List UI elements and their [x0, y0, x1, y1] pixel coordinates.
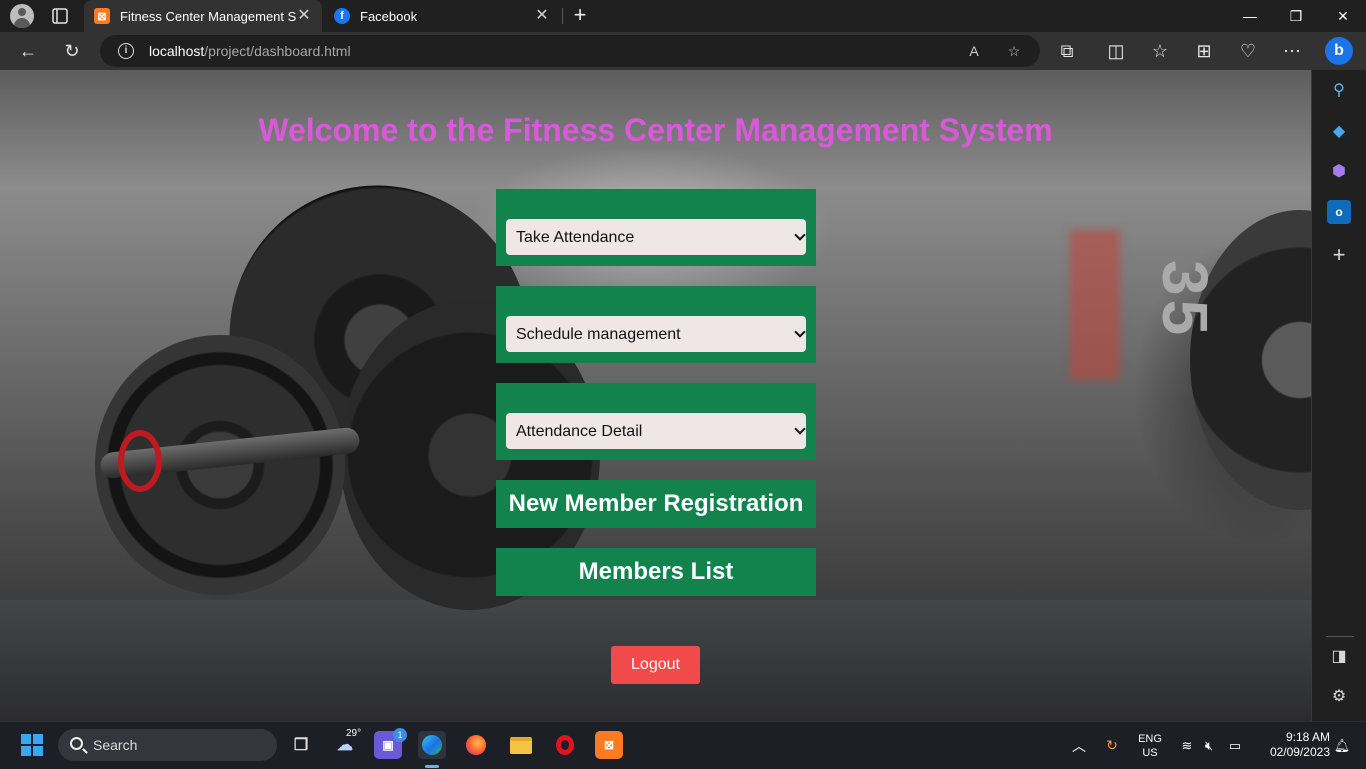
browser-titlebar: ⊠ Fitness Center Management System ✕ f F… [0, 0, 1366, 32]
tab-actions-icon[interactable] [50, 6, 70, 26]
split-screen-icon[interactable]: ◫ [1104, 39, 1128, 63]
take-attendance-select[interactable]: Take Attendance [506, 219, 806, 255]
weather-temperature: 29° [346, 728, 362, 739]
page-title: Welcome to the Fitness Center Management… [258, 112, 1053, 148]
attendance-detail-panel: Attendance Detail [496, 383, 816, 460]
browser-toolbar: ← ↻ i localhost/project/dashboard.html A… [0, 32, 1366, 70]
tab-divider [562, 8, 563, 24]
close-tab-icon[interactable]: ✕ [534, 8, 550, 24]
background-plate-image [1190, 210, 1311, 510]
search-icon [70, 737, 83, 750]
file-explorer-icon[interactable] [507, 731, 535, 759]
xampp-icon: ⊠ [94, 8, 110, 24]
collections-icon[interactable]: ⊞ [1192, 39, 1216, 63]
tab-facebook[interactable]: f Facebook ✕ [324, 0, 560, 32]
notification-icon[interactable]: 🔔︎ [1332, 722, 1352, 769]
bing-copilot-icon[interactable]: b [1325, 37, 1353, 65]
favorites-icon[interactable]: ☆ [1148, 39, 1172, 63]
opera-icon[interactable] [551, 731, 579, 759]
extensions-icon[interactable]: ⧉ [1055, 39, 1079, 63]
back-icon[interactable]: ← [16, 39, 40, 63]
new-member-registration-button[interactable]: New Member Registration [496, 480, 816, 528]
notification-badge: 1 [393, 728, 407, 742]
search-icon[interactable]: ⚲ [1327, 79, 1351, 103]
show-hidden-icons[interactable]: ︿ [1068, 722, 1090, 769]
task-view-icon[interactable]: ❐ [287, 731, 315, 759]
windows-taskbar: Search ❐ ☁ 29° ▣ 1 ⊠ ︿ ↻ ENG US ≋ 🔇︎ ▭ 9:… [0, 721, 1366, 768]
dumbbell-collar-image [118, 430, 162, 492]
favorite-star-icon[interactable]: ☆ [1004, 41, 1024, 61]
tab-title: Facebook [360, 8, 418, 24]
minimize-icon[interactable]: — [1227, 0, 1273, 32]
read-aloud-icon[interactable]: A [964, 41, 984, 61]
copilot-icon[interactable]: ⬢ [1327, 160, 1351, 184]
facebook-icon: f [334, 8, 350, 24]
more-menu-icon[interactable]: ⋯ [1280, 39, 1304, 63]
logout-button[interactable]: Logout [611, 646, 700, 684]
address-bar[interactable]: i localhost/project/dashboard.html A ☆ [100, 35, 1040, 67]
shopping-tag-icon[interactable]: ◆ [1327, 120, 1351, 144]
browser-essentials-icon[interactable]: ♡ [1236, 39, 1260, 63]
taskbar-search-box[interactable]: Search [58, 729, 277, 761]
hide-sidebar-icon[interactable]: ◨ [1327, 645, 1351, 669]
outlook-icon[interactable]: o [1327, 200, 1351, 224]
update-sync-icon[interactable]: ↻ [1100, 722, 1124, 769]
close-window-icon[interactable]: ✕ [1320, 0, 1366, 32]
sidebar-divider [1326, 636, 1354, 637]
edge-browser-icon[interactable] [418, 731, 446, 759]
profile-avatar-icon[interactable] [10, 4, 34, 28]
language-indicator[interactable]: ENG US [1132, 722, 1168, 769]
background-plate-number: 35 [1149, 260, 1221, 340]
add-app-icon[interactable]: + [1327, 243, 1351, 267]
restore-icon[interactable]: ❐ [1273, 0, 1319, 32]
close-tab-icon[interactable]: ✕ [296, 8, 312, 24]
wifi-icon[interactable]: ≋ [1178, 722, 1196, 769]
members-list-button[interactable]: Members List [496, 548, 816, 596]
attendance-panel: Take Attendance [496, 189, 816, 266]
clock-time: 9:18 AM [1285, 730, 1330, 744]
tab-title: Fitness Center Management System [120, 8, 296, 24]
search-placeholder: Search [93, 737, 138, 753]
site-info-icon[interactable]: i [118, 43, 134, 59]
firefox-icon[interactable] [462, 731, 490, 759]
page-viewport: 35 Welcome to the Fitness Center Managem… [0, 70, 1311, 721]
settings-gear-icon[interactable]: ⚙ [1327, 685, 1351, 709]
edge-sidebar: ⚲ ◆ ⬢ o + ◨ ⚙ [1311, 70, 1366, 721]
taskbar-clock[interactable]: 9:18 AM 02/09/2023 [1252, 730, 1330, 760]
tab-fitness-center[interactable]: ⊠ Fitness Center Management System ✕ [84, 0, 322, 32]
attendance-detail-select[interactable]: Attendance Detail [506, 413, 806, 449]
schedule-panel: Schedule management [496, 286, 816, 363]
battery-icon[interactable]: ▭ [1224, 722, 1246, 769]
schedule-management-select[interactable]: Schedule management [506, 316, 806, 352]
xampp-icon[interactable]: ⊠ [595, 731, 623, 759]
address-url[interactable]: localhost/project/dashboard.html [149, 43, 351, 59]
clock-date: 02/09/2023 [1269, 745, 1330, 759]
background-decoration [1070, 230, 1120, 380]
refresh-icon[interactable]: ↻ [60, 39, 84, 63]
windows-start-icon[interactable] [21, 734, 43, 756]
volume-muted-icon[interactable]: 🔇︎ [1200, 722, 1218, 769]
new-tab-icon[interactable]: + [569, 4, 591, 28]
